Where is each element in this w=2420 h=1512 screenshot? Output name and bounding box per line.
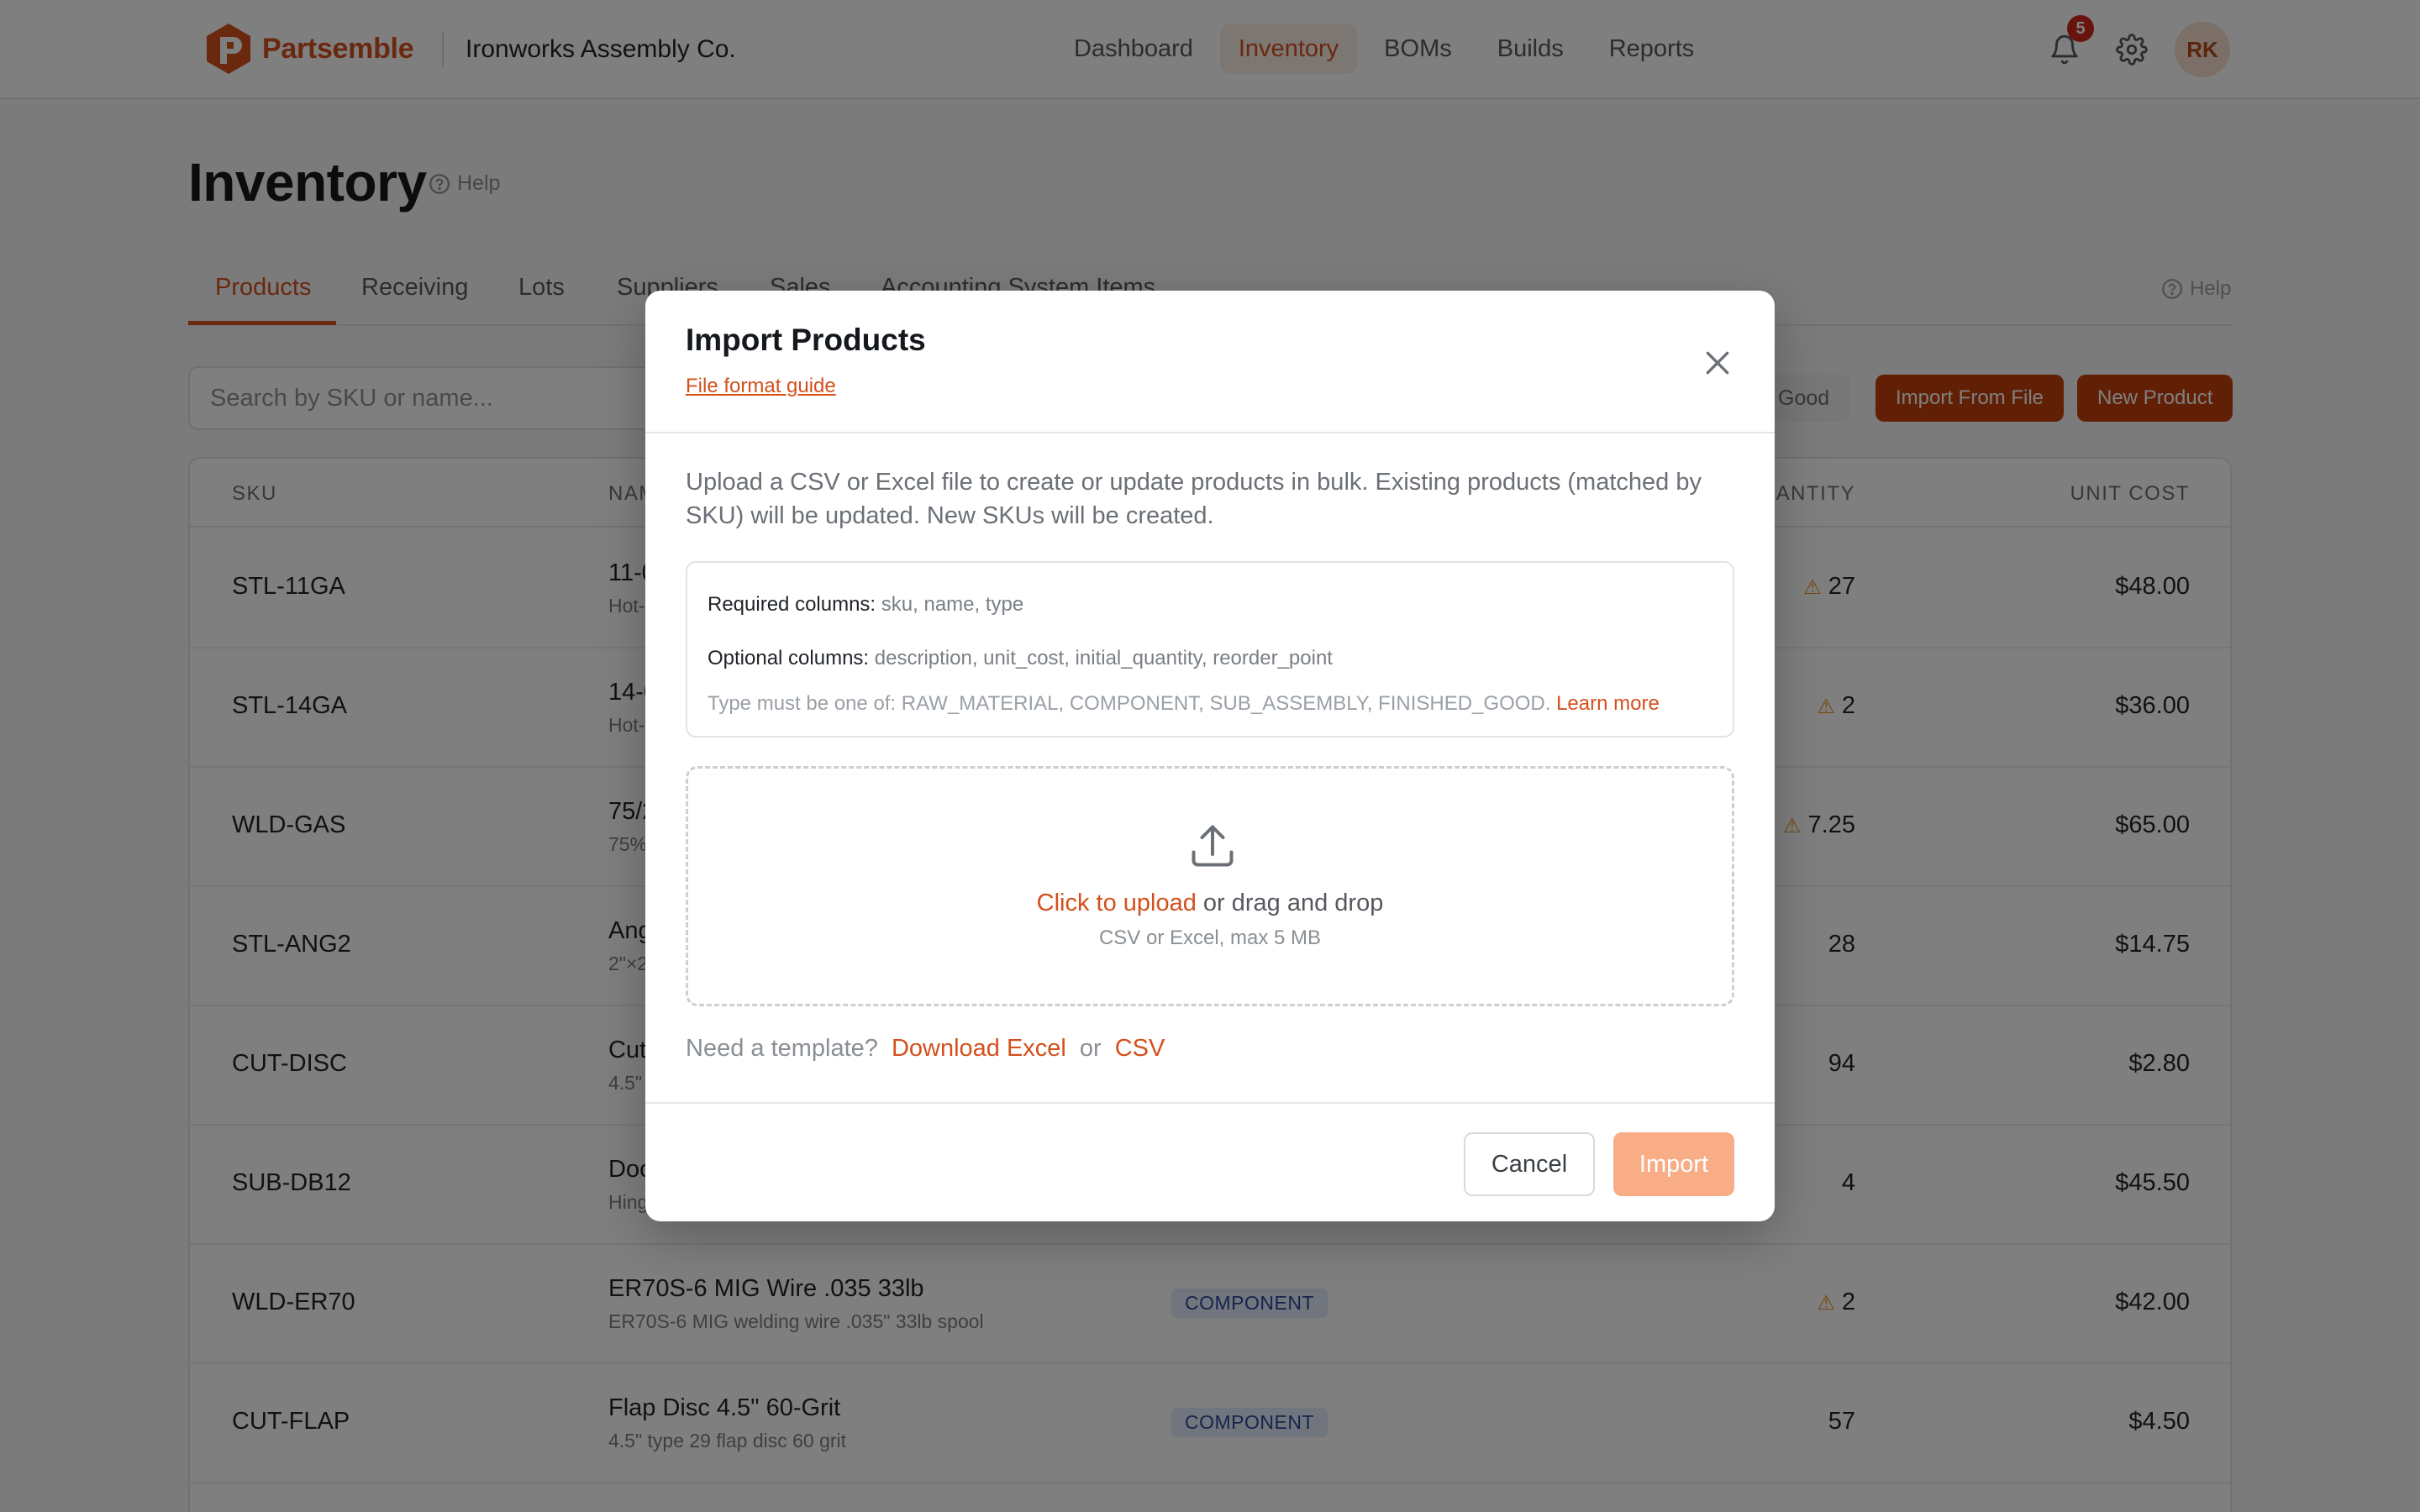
close-icon[interactable] [1701, 346, 1734, 380]
template-or: or [1079, 1035, 1102, 1062]
learn-more-link[interactable]: Learn more [1556, 692, 1660, 715]
optional-columns-value: description, unit_cost, initial_quantity… [874, 647, 1333, 669]
required-columns-label: Required columns: [708, 593, 876, 616]
required-columns: Required columns: sku, name, type [708, 593, 1023, 617]
required-columns-value: sku, name, type [881, 593, 1024, 616]
file-dropzone[interactable]: Click to upload or drag and drop CSV or … [686, 766, 1734, 1006]
dialog-description: Upload a CSV or Excel file to create or … [686, 469, 1702, 529]
dropzone-hint: CSV or Excel, max 5 MB [1098, 927, 1322, 949]
download-excel-link[interactable]: Download Excel [892, 1035, 1066, 1063]
column-requirements-box: Required columns: sku, name, type Option… [686, 561, 1734, 738]
optional-columns: Optional columns: description, unit_cost… [708, 647, 1333, 670]
type-note: Type must be one of: RAW_MATERIAL, COMPO… [708, 692, 1660, 716]
template-download-line: Need a template? Download Excel or CSV [686, 1035, 1165, 1063]
dropzone-instructions: Click to upload or drag and drop [688, 890, 1732, 917]
download-csv-link[interactable]: CSV [1115, 1035, 1165, 1063]
cancel-button[interactable]: Cancel [1464, 1132, 1595, 1196]
template-prompt: Need a template? [686, 1035, 878, 1062]
drag-drop-text: or drag and drop [1202, 890, 1384, 916]
import-button[interactable]: Import [1613, 1132, 1734, 1196]
optional-columns-label: Optional columns: [708, 647, 870, 669]
type-note-text: Type must be one of: RAW_MATERIAL, COMPO… [708, 692, 1551, 715]
dialog-title: Import Products [686, 323, 926, 357]
dialog-footer: Cancel Import [645, 1102, 1775, 1221]
dialog-header: Import Products File format guide [645, 291, 1775, 433]
file-format-guide-link[interactable]: File format guide [686, 375, 836, 398]
click-to-upload-link[interactable]: Click to upload [1037, 890, 1197, 916]
import-products-dialog: Import Products File format guide Upload… [645, 291, 1775, 1221]
upload-icon [1192, 825, 1234, 867]
